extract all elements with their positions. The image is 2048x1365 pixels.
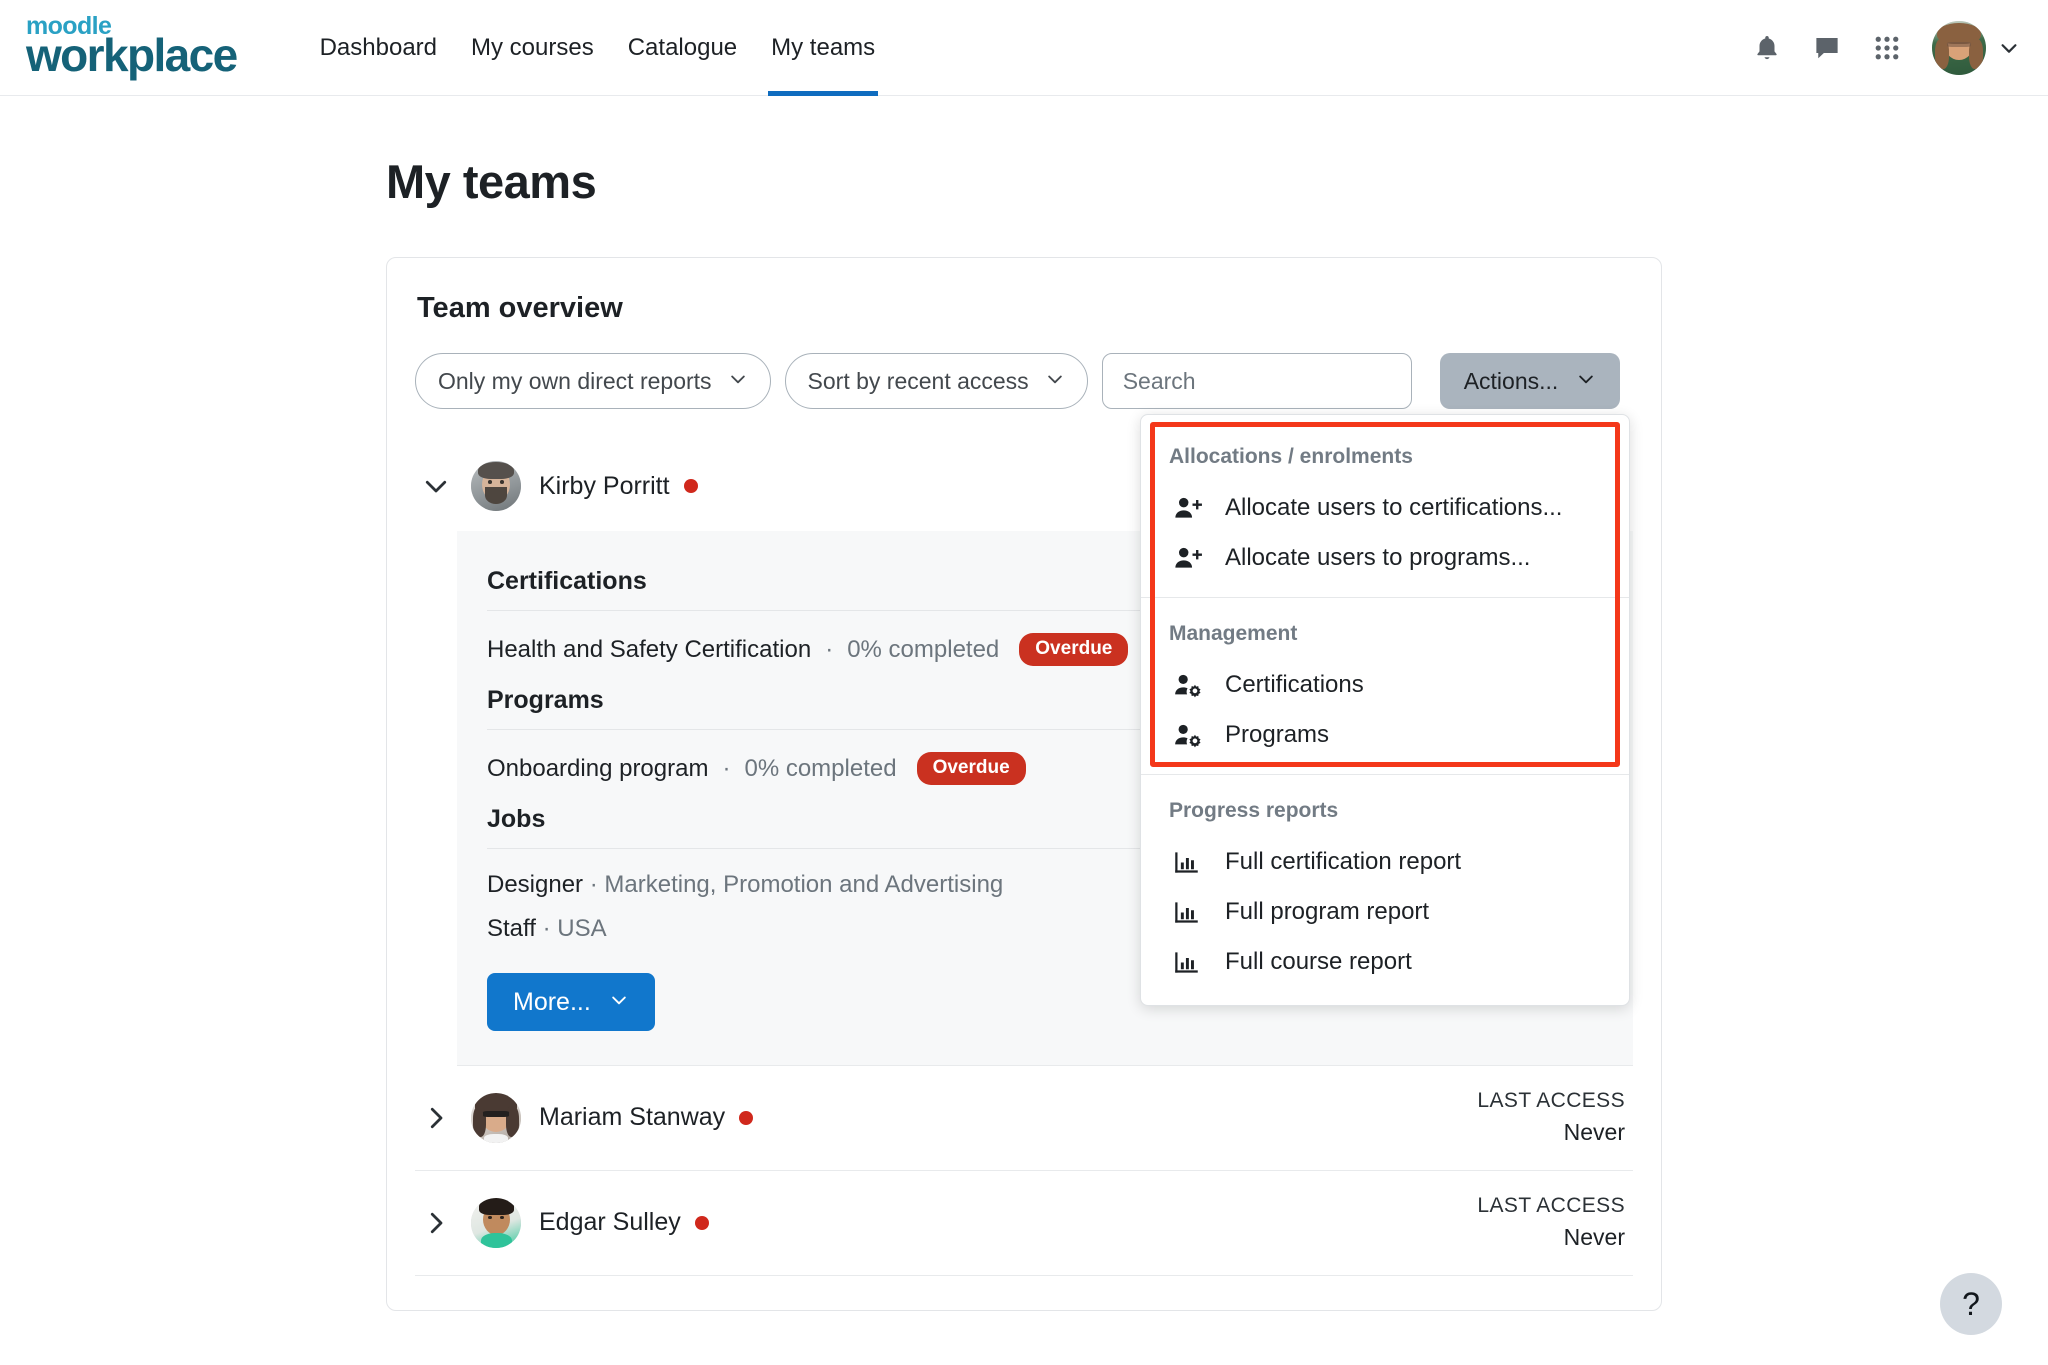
page-body: My teams Team overview Only my own direc… xyxy=(0,154,2048,1311)
sort-filter-dropdown[interactable]: Sort by recent access xyxy=(784,353,1088,409)
nav-link-my-courses[interactable]: My courses xyxy=(454,0,611,96)
separator: · xyxy=(722,754,731,782)
bar-chart-icon xyxy=(1173,897,1203,927)
chevron-down-icon xyxy=(1576,368,1596,395)
certification-name: Health and Safety Certification xyxy=(487,635,812,663)
team-member-row[interactable]: Edgar Sulley LAST ACCESS Never xyxy=(415,1171,1633,1276)
separator: · xyxy=(542,915,551,942)
chevron-right-icon[interactable] xyxy=(419,1101,453,1135)
menu-item-certifications[interactable]: Certifications xyxy=(1141,660,1629,710)
sort-filter-label: Sort by recent access xyxy=(807,367,1029,394)
apps-grid-icon[interactable] xyxy=(1872,33,1902,63)
last-access-label: LAST ACCESS xyxy=(1477,1193,1625,1217)
separator: · xyxy=(589,871,598,898)
status-badge xyxy=(683,479,698,493)
menu-item-full-program-report[interactable]: Full program report xyxy=(1141,887,1629,937)
last-access-value: Never xyxy=(1563,1119,1625,1146)
brand-logo[interactable]: moodle workplace xyxy=(26,14,238,81)
job-role: Staff xyxy=(487,915,536,942)
program-progress: 0% completed xyxy=(744,754,897,782)
search-input[interactable] xyxy=(1101,353,1412,409)
more-button-label: More... xyxy=(513,987,591,1016)
menu-item-full-course-report[interactable]: Full course report xyxy=(1141,937,1629,987)
team-member-name: Edgar Sulley xyxy=(539,1208,681,1237)
nav-right-cluster xyxy=(1752,20,2020,75)
user-gear-icon xyxy=(1173,670,1203,700)
program-name: Onboarding program xyxy=(487,754,709,782)
last-access-value: Never xyxy=(1563,1224,1625,1251)
nav-link-dashboard[interactable]: Dashboard xyxy=(303,0,454,96)
user-plus-icon xyxy=(1173,493,1203,523)
chevron-down-icon xyxy=(1045,368,1065,395)
top-navbar: moodle workplace Dashboard My courses Ca… xyxy=(0,0,2048,96)
status-badge xyxy=(739,1110,754,1125)
menu-item-label: Full program report xyxy=(1225,898,1430,925)
bar-chart-icon xyxy=(1173,847,1203,877)
job-detail: Marketing, Promotion and Advertising xyxy=(604,871,1004,898)
bell-icon[interactable] xyxy=(1752,32,1782,64)
help-button[interactable]: ? xyxy=(1940,1273,2002,1335)
filter-bar: Only my own direct reports Sort by recen… xyxy=(415,353,1633,409)
dropdown-group-label-management: Management xyxy=(1169,622,1298,645)
avatar xyxy=(471,461,521,511)
chevron-down-icon xyxy=(1998,37,2020,59)
menu-item-allocate-users-to-programs[interactable]: Allocate users to programs... xyxy=(1141,533,1629,583)
avatar xyxy=(471,1197,521,1248)
status-badge: Overdue xyxy=(1019,633,1129,666)
card-title: Team overview xyxy=(417,292,623,324)
actions-button-label: Actions... xyxy=(1463,367,1559,394)
actions-dropdown-menu: Allocations / enrolments Allocate users … xyxy=(1140,414,1630,1006)
certification-progress: 0% completed xyxy=(847,635,1000,663)
team-member-name: Kirby Porritt xyxy=(539,471,670,500)
bar-chart-icon xyxy=(1173,947,1203,977)
nav-link-my-teams[interactable]: My teams xyxy=(754,0,892,96)
last-access-label: LAST ACCESS xyxy=(1477,1089,1625,1112)
job-role: Designer xyxy=(487,871,584,898)
page-title: My teams xyxy=(386,155,597,208)
avatar xyxy=(471,1092,521,1143)
status-badge xyxy=(694,1215,709,1230)
menu-item-full-certification-report[interactable]: Full certification report xyxy=(1141,837,1629,887)
menu-item-label: Allocate users to certifications... xyxy=(1225,494,1563,521)
menu-item-programs[interactable]: Programs xyxy=(1141,710,1629,760)
user-gear-icon xyxy=(1173,720,1203,750)
scope-filter-label: Only my own direct reports xyxy=(438,367,712,394)
user-menu[interactable] xyxy=(1932,20,2020,75)
dropdown-group-label-progress-reports: Progress reports xyxy=(1169,799,1339,822)
menu-item-label: Full certification report xyxy=(1225,848,1462,875)
chevron-down-icon[interactable] xyxy=(419,469,453,503)
dropdown-group-label-allocations: Allocations / enrolments xyxy=(1169,445,1413,468)
separator: · xyxy=(825,635,834,663)
menu-item-label: Allocate users to programs... xyxy=(1225,544,1531,571)
last-access: LAST ACCESS Never xyxy=(1477,1086,1629,1150)
user-plus-icon xyxy=(1173,543,1203,573)
chevron-right-icon[interactable] xyxy=(419,1206,453,1240)
menu-item-allocate-users-to-certifications[interactable]: Allocate users to certifications... xyxy=(1141,483,1629,533)
job-detail: USA xyxy=(557,915,607,942)
team-member-name: Mariam Stanway xyxy=(539,1103,726,1132)
menu-item-label: Full course report xyxy=(1225,948,1412,975)
brand-logo-bottom: workplace xyxy=(26,28,238,81)
menu-item-label: Programs xyxy=(1225,721,1330,748)
divider xyxy=(1141,597,1629,598)
menu-item-label: Certifications xyxy=(1225,671,1364,698)
status-badge: Overdue xyxy=(916,752,1026,785)
chevron-down-icon xyxy=(609,988,629,1017)
primary-nav: Dashboard My courses Catalogue My teams xyxy=(303,0,893,96)
more-button[interactable]: More... xyxy=(487,973,655,1031)
divider xyxy=(1141,774,1629,775)
team-member-row[interactable]: Mariam Stanway LAST ACCESS Never xyxy=(415,1066,1633,1171)
nav-link-catalogue[interactable]: Catalogue xyxy=(611,0,754,96)
message-icon[interactable] xyxy=(1812,33,1842,63)
last-access: LAST ACCESS Never xyxy=(1477,1191,1629,1255)
chevron-down-icon xyxy=(728,368,748,395)
actions-button[interactable]: Actions... xyxy=(1439,353,1621,409)
scope-filter-dropdown[interactable]: Only my own direct reports xyxy=(415,353,771,409)
avatar xyxy=(1932,20,1986,75)
